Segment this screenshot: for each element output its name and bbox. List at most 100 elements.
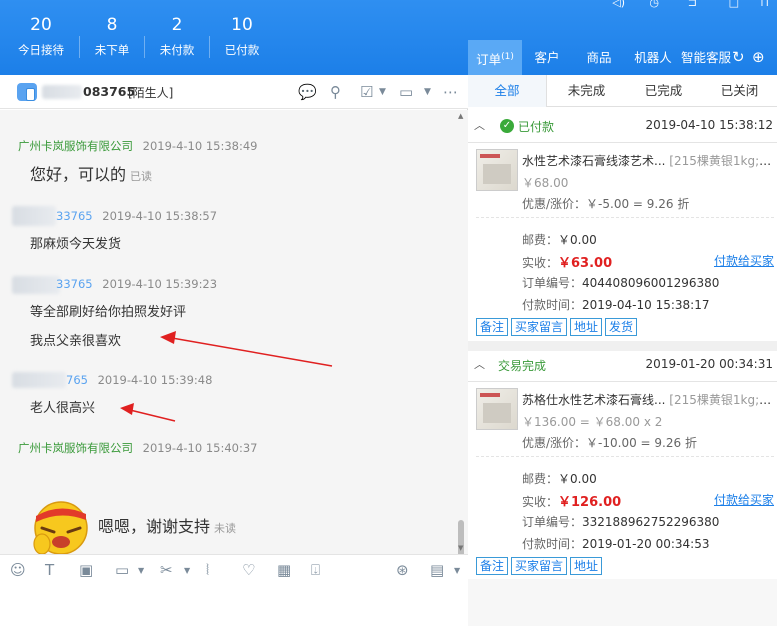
order-header[interactable]: ︿ 交易完成 2019-01-20 00:34:31 xyxy=(468,348,777,382)
order-status: 已付款 xyxy=(518,120,555,134)
buyer-message-button[interactable]: 买家留言 xyxy=(511,557,568,575)
chevron-down-icon[interactable]: ▼ xyxy=(138,566,144,575)
add-contact-icon[interactable]: ⚲ xyxy=(330,83,341,101)
divider xyxy=(476,456,774,457)
product-price: ￥68.00 xyxy=(522,176,569,190)
tab-all[interactable]: 全部 xyxy=(468,75,547,107)
remark-button[interactable]: 备注 xyxy=(476,318,509,336)
message-time: 2019-4-10 15:40:37 xyxy=(142,441,258,455)
tab-completed[interactable]: 已完成 xyxy=(625,75,702,107)
discount: 优惠/涨价：￥-10.00 = 9.26 折 xyxy=(522,434,697,451)
voice-icon[interactable]: ⦚ xyxy=(206,561,209,579)
calculator-icon[interactable]: ▦ xyxy=(277,561,291,579)
tab-smart-service[interactable]: 智能客服 xyxy=(678,40,734,75)
chevron-down-icon[interactable]: ▼ xyxy=(184,566,190,575)
divider xyxy=(476,217,774,218)
redacted-avatar xyxy=(12,276,60,294)
chevron-up-icon[interactable]: ︿ xyxy=(474,117,485,133)
buyer-message-button[interactable]: 买家留言 xyxy=(511,318,568,336)
remark-button[interactable]: 备注 xyxy=(476,557,509,575)
check-icon: ✓ xyxy=(500,119,514,133)
order-status: 交易完成 xyxy=(498,359,547,373)
tab-closed[interactable]: 已关闭 xyxy=(702,75,777,107)
product-name: 水性艺术漆石膏线漆艺术... xyxy=(522,154,666,168)
product-thumbnail[interactable] xyxy=(476,149,518,191)
task-icon[interactable]: ☑ xyxy=(360,83,373,101)
stat-label: 已付款 xyxy=(224,43,260,57)
volume-icon[interactable]: ◁) xyxy=(612,0,625,9)
chevron-up-icon[interactable]: ︿ xyxy=(474,356,485,372)
maximize-icon[interactable]: □ xyxy=(729,0,739,9)
refresh-icon[interactable]: ↻ xyxy=(732,48,745,66)
folder-icon[interactable]: ▭ xyxy=(115,561,129,579)
clock-icon[interactable]: ◷ xyxy=(649,0,659,9)
tab-incomplete[interactable]: 未完成 xyxy=(548,75,625,107)
tab-orders[interactable]: 订单(1) xyxy=(468,40,522,75)
sender-name: 33765 xyxy=(56,209,93,223)
postage-value: ￥0.00 xyxy=(558,233,597,247)
tab-customers[interactable]: 客户 xyxy=(524,40,570,75)
annotation-arrow xyxy=(129,409,176,422)
message-text: 您好，可以的 已读 xyxy=(30,161,152,185)
message-meta: 33765 2019-4-10 15:38:57 xyxy=(56,209,217,223)
redacted-avatar xyxy=(12,372,66,388)
coupon-icon[interactable]: ⍗ xyxy=(311,561,320,579)
scissors-icon[interactable]: ✂ xyxy=(160,561,173,579)
order-filter-tabs: 全部 未完成 已完成 已关闭 xyxy=(468,75,777,107)
message-text: 等全部刷好给你拍照发好评 xyxy=(30,305,187,320)
emoji-sticker xyxy=(33,501,88,555)
pay-buyer-link[interactable]: 付款给买家 xyxy=(714,491,774,508)
forward-icon[interactable]: ⊛ xyxy=(396,561,409,579)
postage-label: 邮费： xyxy=(522,472,559,486)
message-time: 2019-4-10 15:38:57 xyxy=(102,209,218,223)
add-icon[interactable]: ⊕ xyxy=(752,48,765,66)
video-icon[interactable]: ▭ xyxy=(399,83,413,101)
scroll-down-icon[interactable]: ▼ xyxy=(458,544,463,552)
stat-number: 20 xyxy=(30,15,52,35)
chevron-down-icon[interactable]: ▼ xyxy=(454,566,460,575)
pay-time: 付款时间：2019-04-10 15:38:17 xyxy=(522,296,709,313)
address-button[interactable]: 地址 xyxy=(570,557,603,575)
product-title[interactable]: 苏格仕水性艺术漆石膏线... [215棵黄银1kg;1... xyxy=(522,391,774,408)
message-meta: 广州卡岚服饰有限公司 2019-4-10 15:40:37 xyxy=(18,440,257,456)
history-icon[interactable]: ▤ xyxy=(430,561,444,579)
message-input[interactable] xyxy=(0,584,468,626)
order-number: 订单编号：332188962752296380 xyxy=(522,513,719,530)
postage-value: ￥0.00 xyxy=(558,472,597,486)
ship-button[interactable]: 发货 xyxy=(605,318,638,336)
close-icon[interactable]: ⊓ xyxy=(760,0,769,9)
postage: 邮费：￥0.00 xyxy=(522,231,597,248)
order-header[interactable]: ︿ ✓ 已付款 2019-04-10 15:38:12 xyxy=(468,109,777,143)
image-icon[interactable]: ▣ xyxy=(79,561,93,579)
message-time: 2019-4-10 15:39:48 xyxy=(97,373,213,387)
stat-number: 2 xyxy=(171,15,183,35)
pay-buyer-link[interactable]: 付款给买家 xyxy=(714,252,774,269)
font-icon[interactable]: T xyxy=(45,561,54,579)
stat-today-received[interactable]: 20 今日接待 xyxy=(8,14,74,58)
annotation-arrowhead xyxy=(160,331,176,344)
stat-unpaid[interactable]: 2 未付款 xyxy=(144,14,210,58)
emoji-icon[interactable]: ☺ xyxy=(10,561,26,579)
stat-no-order[interactable]: 8 未下单 xyxy=(79,14,145,58)
chevron-down-icon[interactable]: ▼ xyxy=(379,87,386,97)
order-number-label: 订单编号： xyxy=(522,515,583,529)
stat-paid[interactable]: 10 已付款 xyxy=(209,14,275,58)
stat-label: 未下单 xyxy=(94,43,130,57)
order-card: ︿ 交易完成 2019-01-20 00:34:31 苏格仕水性艺术漆石膏线..… xyxy=(468,348,777,578)
chevron-down-icon[interactable]: ▼ xyxy=(424,87,431,97)
scroll-up-icon[interactable]: ▲ xyxy=(458,112,463,120)
received-label: 实收： xyxy=(522,256,559,270)
redacted-avatar xyxy=(12,206,56,226)
product-thumbnail[interactable] xyxy=(476,388,518,430)
pin-icon[interactable]: ⊐ xyxy=(688,0,697,9)
more-icon[interactable]: ⋯ xyxy=(443,83,458,101)
tab-products[interactable]: 商品 xyxy=(576,40,622,75)
tab-robot[interactable]: 机器人 xyxy=(630,40,676,75)
heart-icon[interactable]: ♡ xyxy=(242,561,255,579)
chat-bubble-icon[interactable]: 💬 xyxy=(298,83,317,101)
address-button[interactable]: 地址 xyxy=(570,318,603,336)
top-header: 20 今日接待 8 未下单 2 未付款 10 已付款 ◁) ◷ ⊐ □ ⊓ 订单… xyxy=(0,0,777,75)
product-title[interactable]: 水性艺术漆石膏线漆艺术... [215棵黄银1kg;1... xyxy=(522,152,774,169)
stat-label: 未付款 xyxy=(159,43,195,57)
right-tabs: 订单(1) 客户 商品 机器人 智能客服 ↻ ⊕ xyxy=(468,40,777,75)
